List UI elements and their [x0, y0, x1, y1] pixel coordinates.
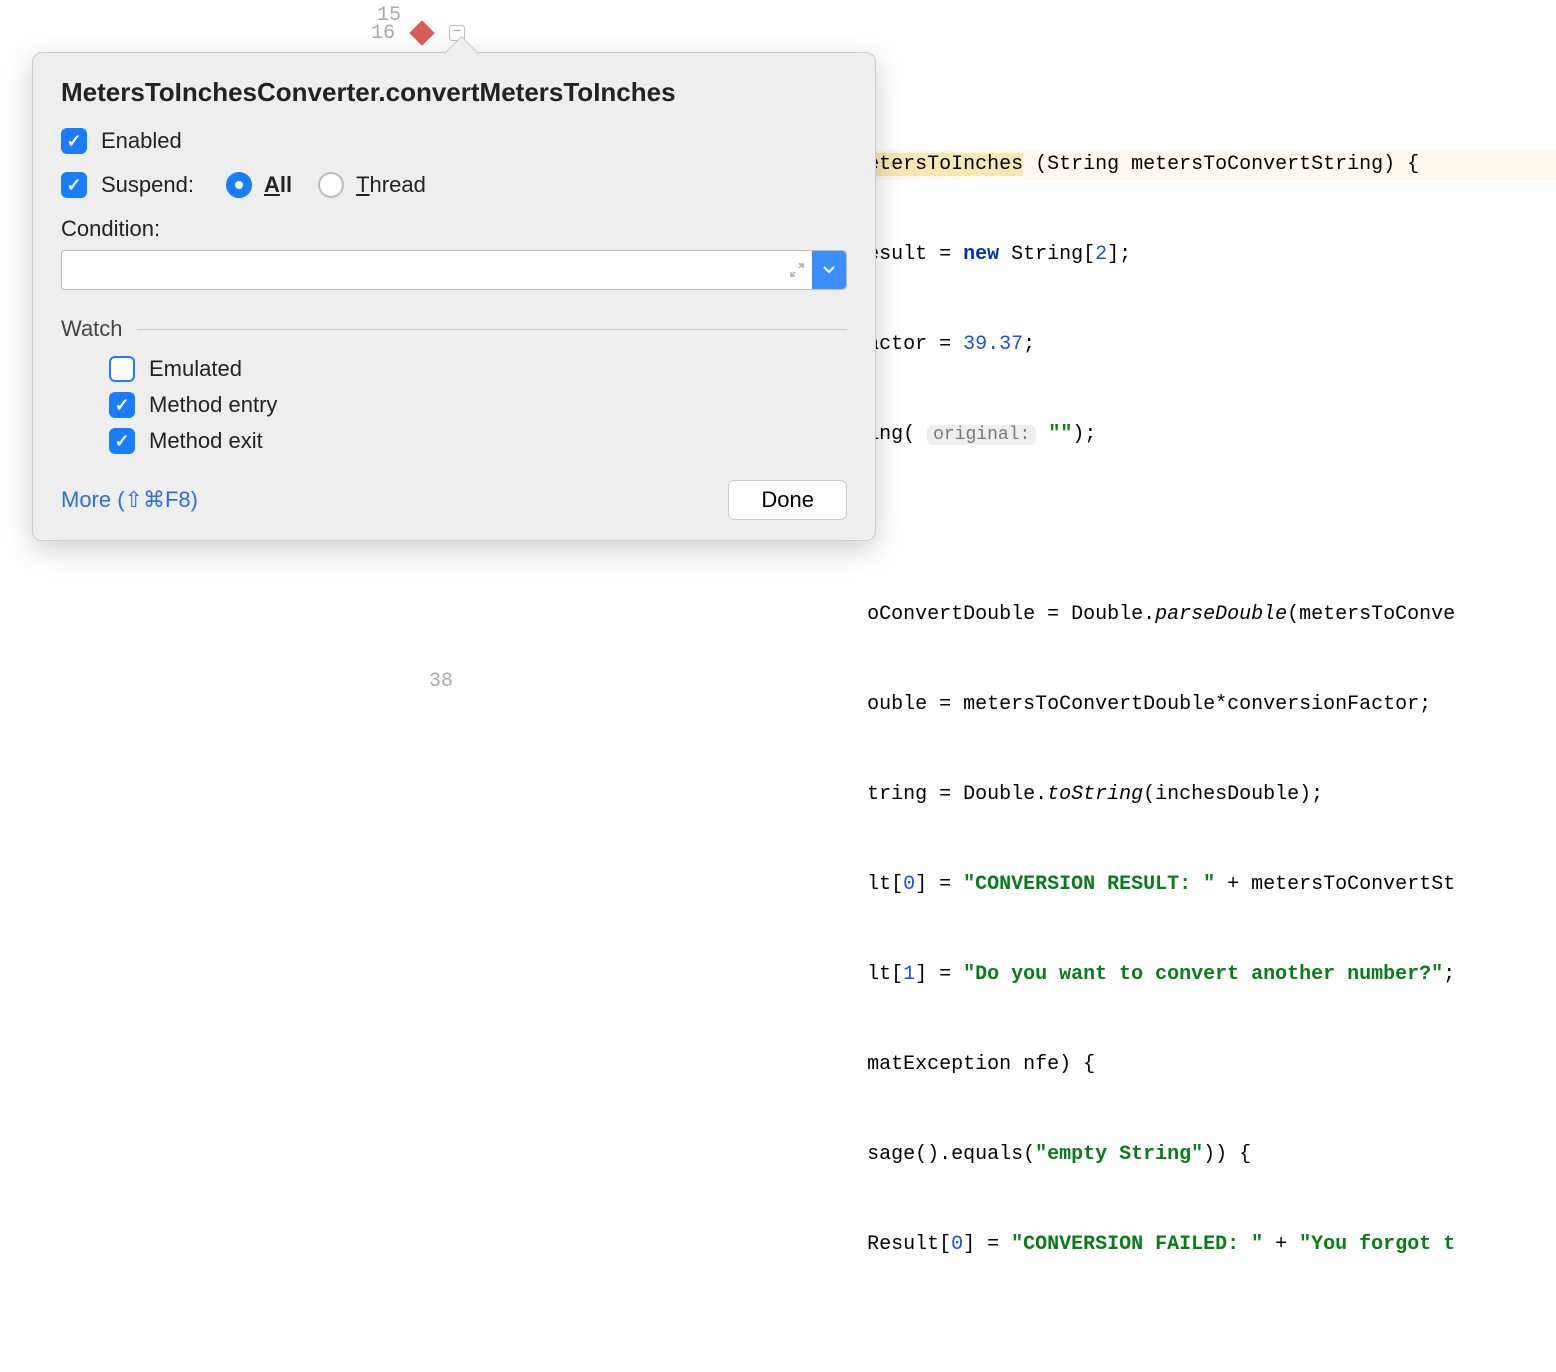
suspend-label: Suspend: — [101, 172, 194, 198]
emulated-checkbox[interactable] — [109, 356, 135, 382]
suspend-thread-radio[interactable] — [318, 172, 344, 198]
condition-field — [61, 250, 847, 290]
done-button[interactable]: Done — [728, 480, 847, 520]
breakpoint-icon[interactable] — [409, 20, 434, 45]
method-entry-checkbox[interactable] — [109, 392, 135, 418]
method-entry-label: Method entry — [149, 392, 277, 418]
suspend-all-radio[interactable] — [226, 172, 252, 198]
suspend-all-label: All — [264, 172, 292, 198]
method-exit-checkbox[interactable] — [109, 428, 135, 454]
enabled-checkbox[interactable] — [61, 128, 87, 154]
emulated-label: Emulated — [149, 356, 242, 382]
history-dropdown-button[interactable] — [812, 251, 846, 289]
suspend-checkbox[interactable] — [61, 172, 87, 198]
more-link[interactable]: More (⇧⌘F8) — [61, 487, 198, 513]
line-number: 38 — [405, 670, 465, 693]
popup-title: MetersToInchesConverter.convertMetersToI… — [61, 77, 847, 108]
line-number: 16 — [347, 22, 407, 45]
enabled-label: Enabled — [101, 128, 182, 154]
suspend-thread-label: Thread — [356, 172, 426, 198]
condition-input[interactable] — [62, 251, 782, 289]
divider — [137, 329, 847, 330]
condition-label: Condition: — [61, 216, 847, 242]
param-hint: original: — [927, 425, 1036, 445]
expand-icon[interactable] — [782, 251, 812, 289]
method-exit-label: Method exit — [149, 428, 263, 454]
watch-header: Watch — [61, 316, 123, 342]
breakpoint-popup: MetersToInchesConverter.convertMetersToI… — [32, 52, 876, 541]
